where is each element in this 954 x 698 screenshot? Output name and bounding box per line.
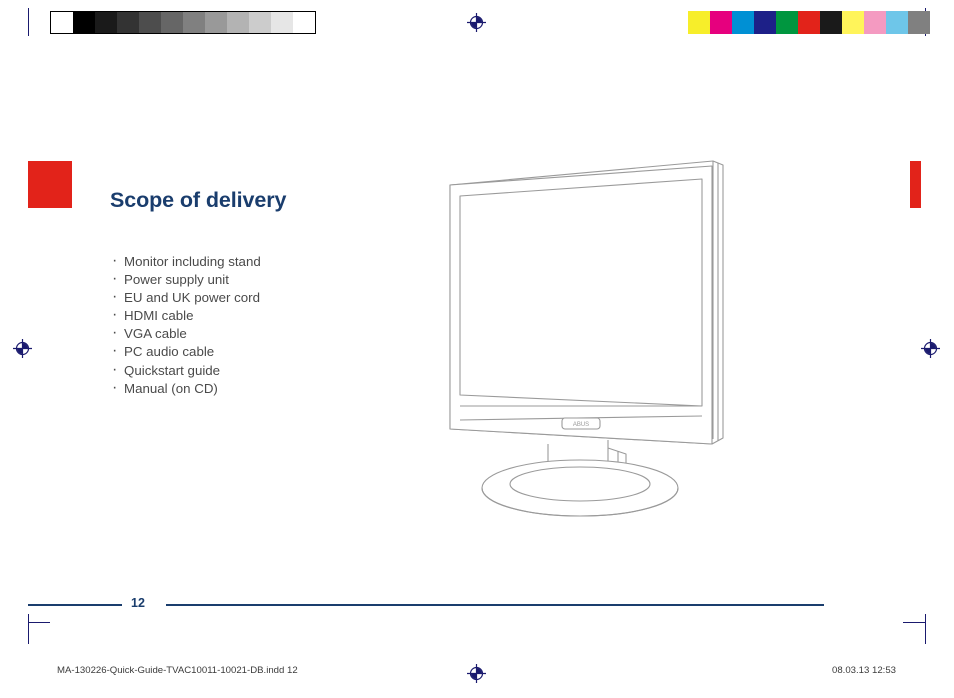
brand-plate-label: ABUS	[573, 422, 589, 428]
list-item: HDMI cable	[112, 306, 412, 325]
color-swatch	[842, 11, 864, 34]
list-item: Quickstart guide	[112, 361, 412, 380]
list-item: Power supply unit	[112, 270, 412, 289]
greyscale-swatch	[271, 12, 293, 33]
trim-rule-left-top	[28, 8, 29, 36]
footer-filename: MA-130226-Quick-Guide-TVAC10011-10021-DB…	[57, 665, 298, 676]
color-swatch	[798, 11, 820, 34]
color-swatch	[908, 11, 930, 34]
greyscale-swatch	[139, 12, 161, 33]
chapter-edge-marker	[910, 161, 921, 208]
trim-rule-bottom-right	[903, 622, 925, 623]
greyscale-swatch	[95, 12, 117, 33]
chapter-color-tab	[28, 161, 72, 208]
trim-rule-bottom	[28, 622, 50, 623]
color-swatch	[754, 11, 776, 34]
greyscale-calibration-strip	[50, 11, 316, 34]
list-item: Manual (on CD)	[112, 379, 412, 398]
list-item: VGA cable	[112, 324, 412, 343]
greyscale-swatch	[249, 12, 271, 33]
list-item: EU and UK power cord	[112, 288, 412, 307]
trim-rule-left-bottom	[28, 614, 29, 644]
greyscale-swatch	[73, 12, 95, 33]
list-item: PC audio cable	[112, 342, 412, 361]
trim-rule-right-bottom	[925, 614, 926, 644]
footer-rule-left	[28, 604, 122, 606]
color-swatch	[776, 11, 798, 34]
lcd-monitor-illustration: ABUS	[440, 148, 740, 528]
color-swatch	[864, 11, 886, 34]
color-swatch	[886, 11, 908, 34]
registration-target-icon-top	[467, 13, 486, 32]
greyscale-swatch	[205, 12, 227, 33]
greyscale-swatch	[117, 12, 139, 33]
list-item: Monitor including stand	[112, 252, 412, 271]
color-swatch	[820, 11, 842, 34]
registration-target-icon-right	[921, 339, 940, 358]
registration-target-icon-left	[13, 339, 32, 358]
page-title: Scope of delivery	[110, 188, 287, 213]
greyscale-swatch	[293, 12, 315, 33]
color-swatch	[710, 11, 732, 34]
color-calibration-strip	[666, 11, 930, 34]
greyscale-swatch	[51, 12, 73, 33]
delivery-items-list: Monitor including standPower supply unit…	[112, 252, 412, 398]
footer-rule-right	[166, 604, 824, 606]
greyscale-swatch	[161, 12, 183, 33]
page-number: 12	[131, 596, 145, 610]
registration-target-icon-bottom	[467, 664, 486, 683]
footer-timestamp: 08.03.13 12:53	[832, 665, 897, 676]
greyscale-swatch	[227, 12, 249, 33]
color-swatch	[688, 11, 710, 34]
greyscale-swatch	[183, 12, 205, 33]
color-swatch	[732, 11, 754, 34]
color-swatch	[666, 11, 688, 34]
